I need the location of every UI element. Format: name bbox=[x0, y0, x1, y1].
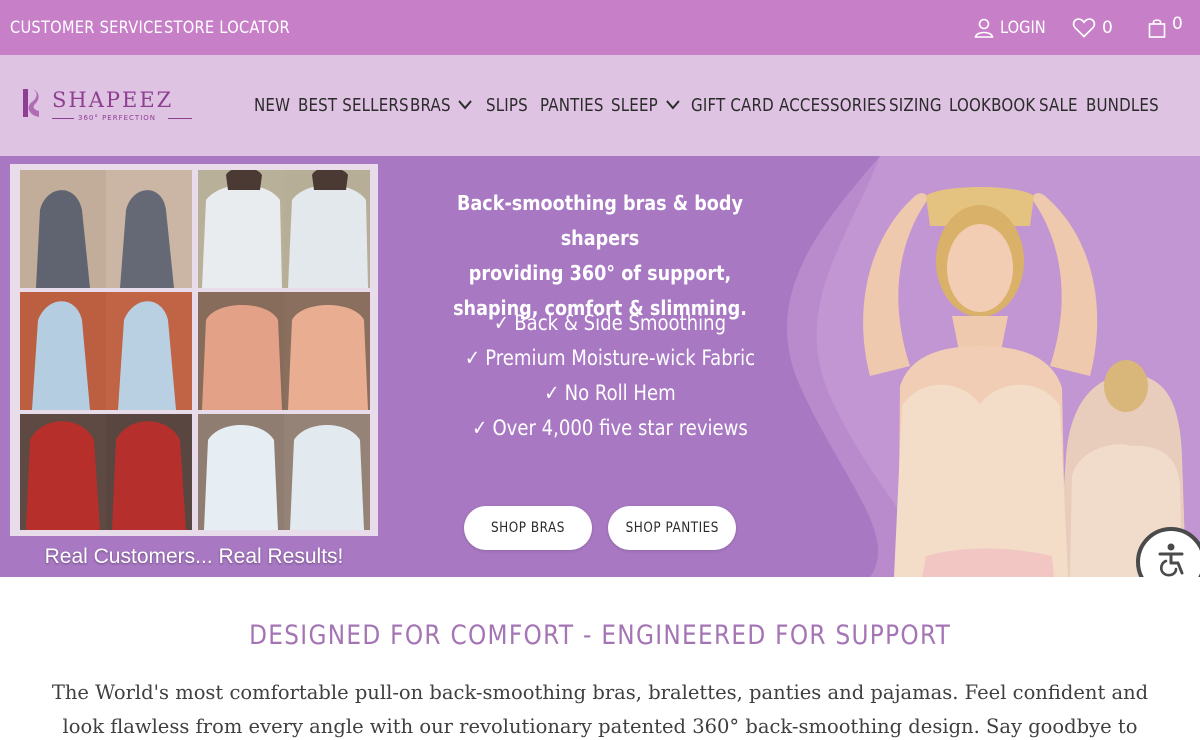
login-label: LOGIN bbox=[1000, 17, 1046, 38]
check-icon: ✓ bbox=[493, 311, 510, 335]
nav-label: SALE bbox=[1039, 95, 1078, 116]
nav-item-gift-card[interactable]: GIFT CARD bbox=[691, 55, 774, 156]
store-locator-link[interactable]: STORE LOCATOR bbox=[164, 0, 290, 55]
logo-wordmark: SHAPEEZ bbox=[52, 88, 174, 112]
nav-label: BUNDLES bbox=[1086, 95, 1159, 116]
feature-item: ✓ Over 4,000 five star reviews bbox=[429, 411, 790, 446]
nav-label: LOOKBOOK bbox=[949, 95, 1036, 116]
check-icon: ✓ bbox=[464, 346, 481, 370]
shopping-bag-icon bbox=[1148, 18, 1166, 38]
feature-item: ✓ Back & Side Smoothing bbox=[429, 306, 790, 341]
section-title-text: DESIGNED FOR COMFORT - ENGINEERED FOR SU… bbox=[248, 620, 951, 651]
nav-item-bundles[interactable]: BUNDLES bbox=[1086, 55, 1159, 156]
utility-bar: CUSTOMER SERVICE STORE LOCATOR LOGIN 0 0 bbox=[0, 0, 1200, 55]
hero-model-image bbox=[863, 187, 1186, 577]
nav-item-new[interactable]: NEW bbox=[254, 55, 290, 156]
customer-service-link[interactable]: CUSTOMER SERVICE bbox=[10, 0, 163, 55]
nav-label: BRAS bbox=[410, 95, 451, 116]
feature-label: Back & Side Smoothing bbox=[514, 311, 727, 335]
shapeez-logo[interactable]: SHAPEEZ 360° PERFECTION bbox=[20, 85, 205, 125]
user-icon bbox=[974, 18, 994, 38]
feature-item: ✓ No Roll Hem bbox=[429, 376, 790, 411]
check-icon: ✓ bbox=[544, 381, 560, 405]
feature-label: Over 4,000 five star reviews bbox=[492, 416, 748, 440]
nav-label: SIZING bbox=[889, 95, 942, 116]
cart-count: 0 bbox=[1172, 13, 1183, 34]
heart-icon bbox=[1072, 17, 1096, 38]
cart-link[interactable]: 0 bbox=[1148, 0, 1183, 55]
nav-item-best-sellers[interactable]: BEST SELLERS bbox=[298, 55, 409, 156]
hero-heading-line: Back-smoothing bras & body shapers bbox=[457, 191, 743, 250]
nav-item-sale[interactable]: SALE bbox=[1039, 55, 1078, 156]
before-after-photo-grid bbox=[20, 167, 370, 530]
nav-item-sizing[interactable]: SIZING bbox=[889, 55, 942, 156]
hero-heading: Back-smoothing bras & body shapers provi… bbox=[400, 186, 800, 326]
login-link[interactable]: LOGIN bbox=[974, 0, 1053, 55]
accessibility-icon bbox=[1152, 541, 1190, 578]
nav-label: PANTIES bbox=[540, 95, 604, 116]
chevron-down-icon bbox=[458, 96, 473, 116]
nav-label: BEST SELLERS bbox=[298, 95, 409, 116]
nav-item-lookbook[interactable]: LOOKBOOK bbox=[949, 55, 1035, 156]
logo-rule bbox=[168, 118, 192, 119]
shop-panties-button[interactable]: SHOP PANTIES bbox=[608, 506, 736, 550]
nav-label: NEW bbox=[254, 95, 291, 116]
hero-banner: Real Customers... Real Results! Back-smo… bbox=[0, 156, 1200, 577]
collage-caption: Real Customers... Real Results! bbox=[44, 544, 344, 568]
nav-label: GIFT CARD bbox=[691, 95, 774, 116]
nav-item-slips[interactable]: SLIPS bbox=[486, 55, 528, 156]
nav-item-panties[interactable]: PANTIES bbox=[540, 55, 604, 156]
feature-item: ✓ Premium Moisture-wick Fabric bbox=[429, 341, 790, 376]
button-label: SHOP PANTIES bbox=[625, 520, 719, 536]
nav-item-bras[interactable]: BRAS bbox=[410, 55, 473, 156]
check-icon: ✓ bbox=[472, 416, 488, 440]
intro-paragraph: The World's most comfortable pull-on bac… bbox=[51, 681, 1149, 738]
before-after-collage: Real Customers... Real Results! bbox=[10, 164, 378, 577]
chevron-down-icon bbox=[665, 96, 680, 116]
feature-label: Premium Moisture-wick Fabric bbox=[485, 346, 756, 370]
nav-label: ACCESSORIES bbox=[779, 95, 887, 116]
logo-rule bbox=[52, 118, 74, 119]
shop-bras-button[interactable]: SHOP BRAS bbox=[464, 506, 592, 550]
wishlist-link[interactable]: 0 bbox=[1072, 0, 1113, 55]
wishlist-count: 0 bbox=[1102, 17, 1113, 38]
collage-photos bbox=[10, 164, 378, 536]
shapeez-logo-mark bbox=[20, 87, 42, 124]
section-title: DESIGNED FOR COMFORT - ENGINEERED FOR SU… bbox=[0, 620, 1200, 651]
nav-item-accessories[interactable]: ACCESSORIES bbox=[779, 55, 886, 156]
feature-label: No Roll Hem bbox=[564, 381, 676, 405]
nav-label: SLIPS bbox=[486, 95, 528, 116]
button-label: SHOP BRAS bbox=[491, 520, 565, 536]
logo-tagline: 360° PERFECTION bbox=[78, 114, 157, 122]
hero-heading-line: providing 360° of support, bbox=[468, 261, 732, 285]
nav-label: SLEEP bbox=[611, 95, 658, 116]
nav-item-sleep[interactable]: SLEEP bbox=[611, 55, 680, 156]
feature-list: ✓ Back & Side Smoothing ✓ Premium Moisture… bbox=[400, 306, 820, 446]
